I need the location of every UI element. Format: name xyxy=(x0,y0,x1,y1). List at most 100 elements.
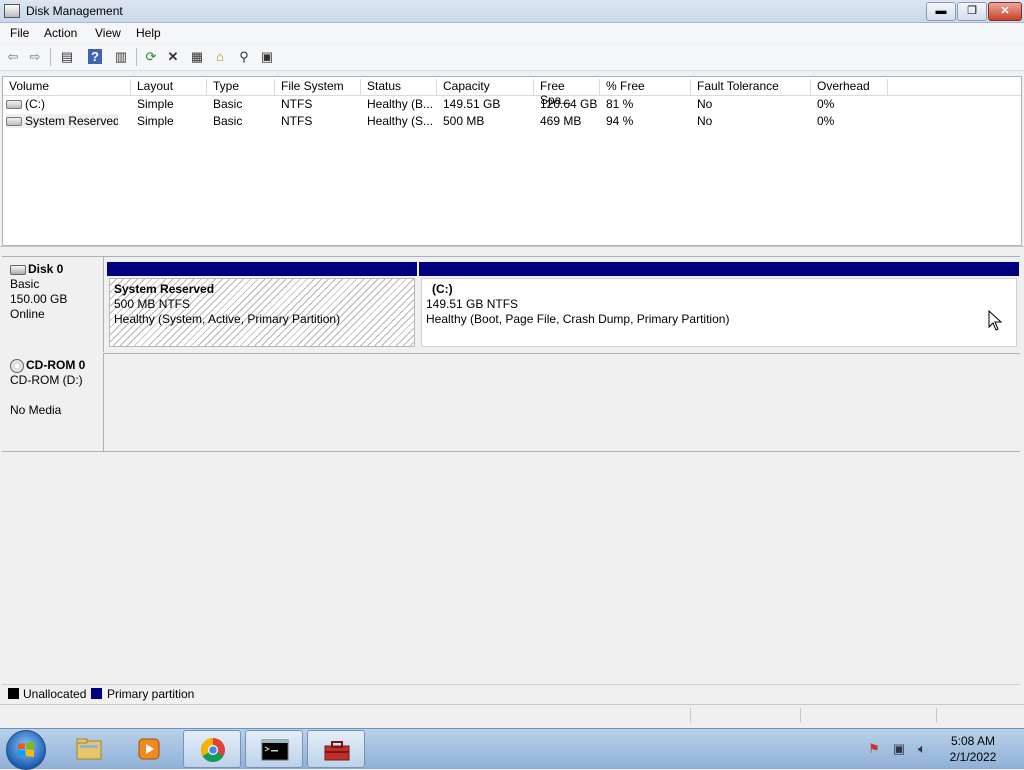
status-cell xyxy=(690,708,691,723)
taskbar-chrome[interactable] xyxy=(183,730,241,768)
cell-status: Healthy (B... xyxy=(367,97,434,111)
forward-icon[interactable]: ⇨ xyxy=(26,48,44,66)
settings-icon[interactable]: ▣ xyxy=(258,48,276,66)
cell-capacity: 500 MB xyxy=(443,114,485,128)
column-free-space[interactable]: Free Spa... xyxy=(534,79,600,107)
menu-action[interactable]: Action xyxy=(44,26,77,40)
clock-date: 2/1/2022 xyxy=(949,750,997,764)
hard-disk-icon xyxy=(10,264,26,275)
column-status[interactable]: Status xyxy=(361,79,437,95)
legend: Unallocated Primary partition xyxy=(2,684,1020,703)
action-center-icon[interactable]: ⚑ xyxy=(866,741,882,757)
disk-info-disk-0[interactable]: Disk 0 Basic 150.00 GB Online xyxy=(2,257,104,352)
taskbar-explorer[interactable] xyxy=(60,730,118,768)
maximize-button[interactable]: ❐ xyxy=(957,2,987,21)
delete-icon[interactable]: ✕ xyxy=(164,48,182,66)
status-cell xyxy=(936,708,937,723)
status-bar xyxy=(0,704,1024,727)
network-icon[interactable]: ▣ xyxy=(891,741,907,757)
column-fault-tolerance[interactable]: Fault Tolerance xyxy=(691,79,811,95)
column-file-system[interactable]: File System xyxy=(275,79,361,95)
status-cell xyxy=(800,708,801,723)
toolbar-separator xyxy=(50,48,51,66)
taskbar-media-player[interactable] xyxy=(120,730,178,768)
legend-swatch-primary xyxy=(91,688,102,699)
cell-fault-tolerance: No xyxy=(697,114,713,128)
disk-info-cd-rom-0[interactable]: CD-ROM 0 CD-ROM (D:) No Media xyxy=(2,353,104,451)
properties-view-icon[interactable]: ▥ xyxy=(112,48,130,66)
media-player-icon xyxy=(138,738,160,760)
table-row[interactable]: (C:) Simple Basic NTFS Healthy (B... 149… xyxy=(3,96,1021,113)
menu-file[interactable]: File xyxy=(10,26,29,40)
column-type[interactable]: Type xyxy=(207,79,275,95)
disk-size xyxy=(10,388,95,403)
disk-row-cd-rom-0: CD-ROM 0 CD-ROM (D:) No Media xyxy=(2,353,1020,452)
console-tree-icon[interactable]: ▤ xyxy=(58,48,76,66)
drive-icon xyxy=(6,117,22,127)
disk-graphical-view: Disk 0 Basic 150.00 GB Online System Res… xyxy=(2,251,1020,699)
title-bar[interactable]: Disk Management ▬ ❐ ✕ xyxy=(0,0,1024,23)
disk-name: Disk 0 xyxy=(28,262,64,276)
menu-view[interactable]: View xyxy=(95,26,121,40)
cd-rom-icon xyxy=(10,358,24,373)
cell-type: Basic xyxy=(213,97,243,111)
column-layout[interactable]: Layout xyxy=(131,79,207,95)
legend-label-unallocated: Unallocated xyxy=(23,687,87,701)
partition-body: System Reserved 500 MB NTFS Healthy (Sys… xyxy=(109,278,415,347)
mouse-cursor-icon xyxy=(988,310,1003,331)
cell-free-space: 120.64 GB xyxy=(540,97,598,111)
minimize-button[interactable]: ▬ xyxy=(926,2,956,21)
open-icon[interactable]: ⌂ xyxy=(211,48,229,66)
start-button[interactable] xyxy=(6,730,46,770)
cell-volume: (C:) xyxy=(6,97,130,111)
disk-kind: CD-ROM (D:) xyxy=(10,373,83,387)
partition-system-reserved[interactable]: System Reserved 500 MB NTFS Healthy (Sys… xyxy=(107,262,417,349)
disk-state: Online xyxy=(10,307,45,321)
legend-label-primary: Primary partition xyxy=(107,687,195,701)
properties-icon[interactable]: ▦ xyxy=(188,48,206,66)
taskbar-computer-management[interactable] xyxy=(307,730,365,768)
column-capacity[interactable]: Capacity xyxy=(437,79,534,95)
partition-name: System Reserved xyxy=(114,282,215,296)
primary-partition-bar xyxy=(419,262,1019,276)
cell-type: Basic xyxy=(213,114,243,128)
volume-list[interactable]: Volume Layout Type File System Status Ca… xyxy=(2,76,1022,246)
taskbar-command-prompt[interactable] xyxy=(245,730,303,768)
disk-management-icon xyxy=(4,4,20,18)
column-percent-free[interactable]: % Free xyxy=(600,79,691,95)
primary-partition-bar xyxy=(107,262,417,276)
cell-layout: Simple xyxy=(137,97,174,111)
partition-status: Healthy (Boot, Page File, Crash Dump, Pr… xyxy=(426,312,730,326)
command-prompt-icon xyxy=(261,739,289,761)
toolbar: ⇦ ⇨ ▤ ? ▥ ⟳ ✕ ▦ ⌂ ⚲ ▣ xyxy=(0,44,1024,71)
close-button[interactable]: ✕ xyxy=(988,2,1022,21)
cell-capacity: 149.51 GB xyxy=(443,97,501,111)
partition-c-drive[interactable]: (C:) 149.51 GB NTFS Healthy (Boot, Page … xyxy=(419,262,1019,349)
partition-status: Healthy (System, Active, Primary Partiti… xyxy=(114,312,341,326)
cell-percent-free: 94 % xyxy=(606,114,634,128)
toolbar-separator xyxy=(136,48,137,66)
folder-icon xyxy=(76,738,102,760)
clock-time: 5:08 AM xyxy=(950,734,996,748)
search-icon[interactable]: ⚲ xyxy=(235,48,253,66)
cell-overhead: 0% xyxy=(817,97,835,111)
volume-list-header: Volume Layout Type File System Status Ca… xyxy=(3,77,1021,107)
legend-swatch-unallocated xyxy=(8,688,19,699)
help-icon[interactable]: ? xyxy=(88,49,102,64)
column-volume[interactable]: Volume xyxy=(3,79,131,95)
cell-free-space: 469 MB xyxy=(540,114,582,128)
drive-icon xyxy=(6,100,22,110)
column-overhead[interactable]: Overhead xyxy=(811,79,888,95)
disk-row-disk-0: Disk 0 Basic 150.00 GB Online System Res… xyxy=(2,256,1020,354)
menu-bar: File Action View Help xyxy=(0,23,1024,43)
system-clock[interactable]: 5:08 AM 2/1/2022 xyxy=(940,733,1006,765)
partition-name: (C:) xyxy=(432,282,453,296)
volume-icon[interactable]: 🔈︎ xyxy=(914,741,930,757)
cell-file-system: NTFS xyxy=(281,114,313,128)
menu-help[interactable]: Help xyxy=(136,26,161,40)
cell-percent-free: 81 % xyxy=(606,97,634,111)
table-row[interactable]: System Reserved Simple Basic NTFS Health… xyxy=(3,113,1021,130)
window-title: Disk Management xyxy=(26,4,123,18)
refresh-icon[interactable]: ⟳ xyxy=(142,48,160,66)
back-icon[interactable]: ⇦ xyxy=(4,48,22,66)
